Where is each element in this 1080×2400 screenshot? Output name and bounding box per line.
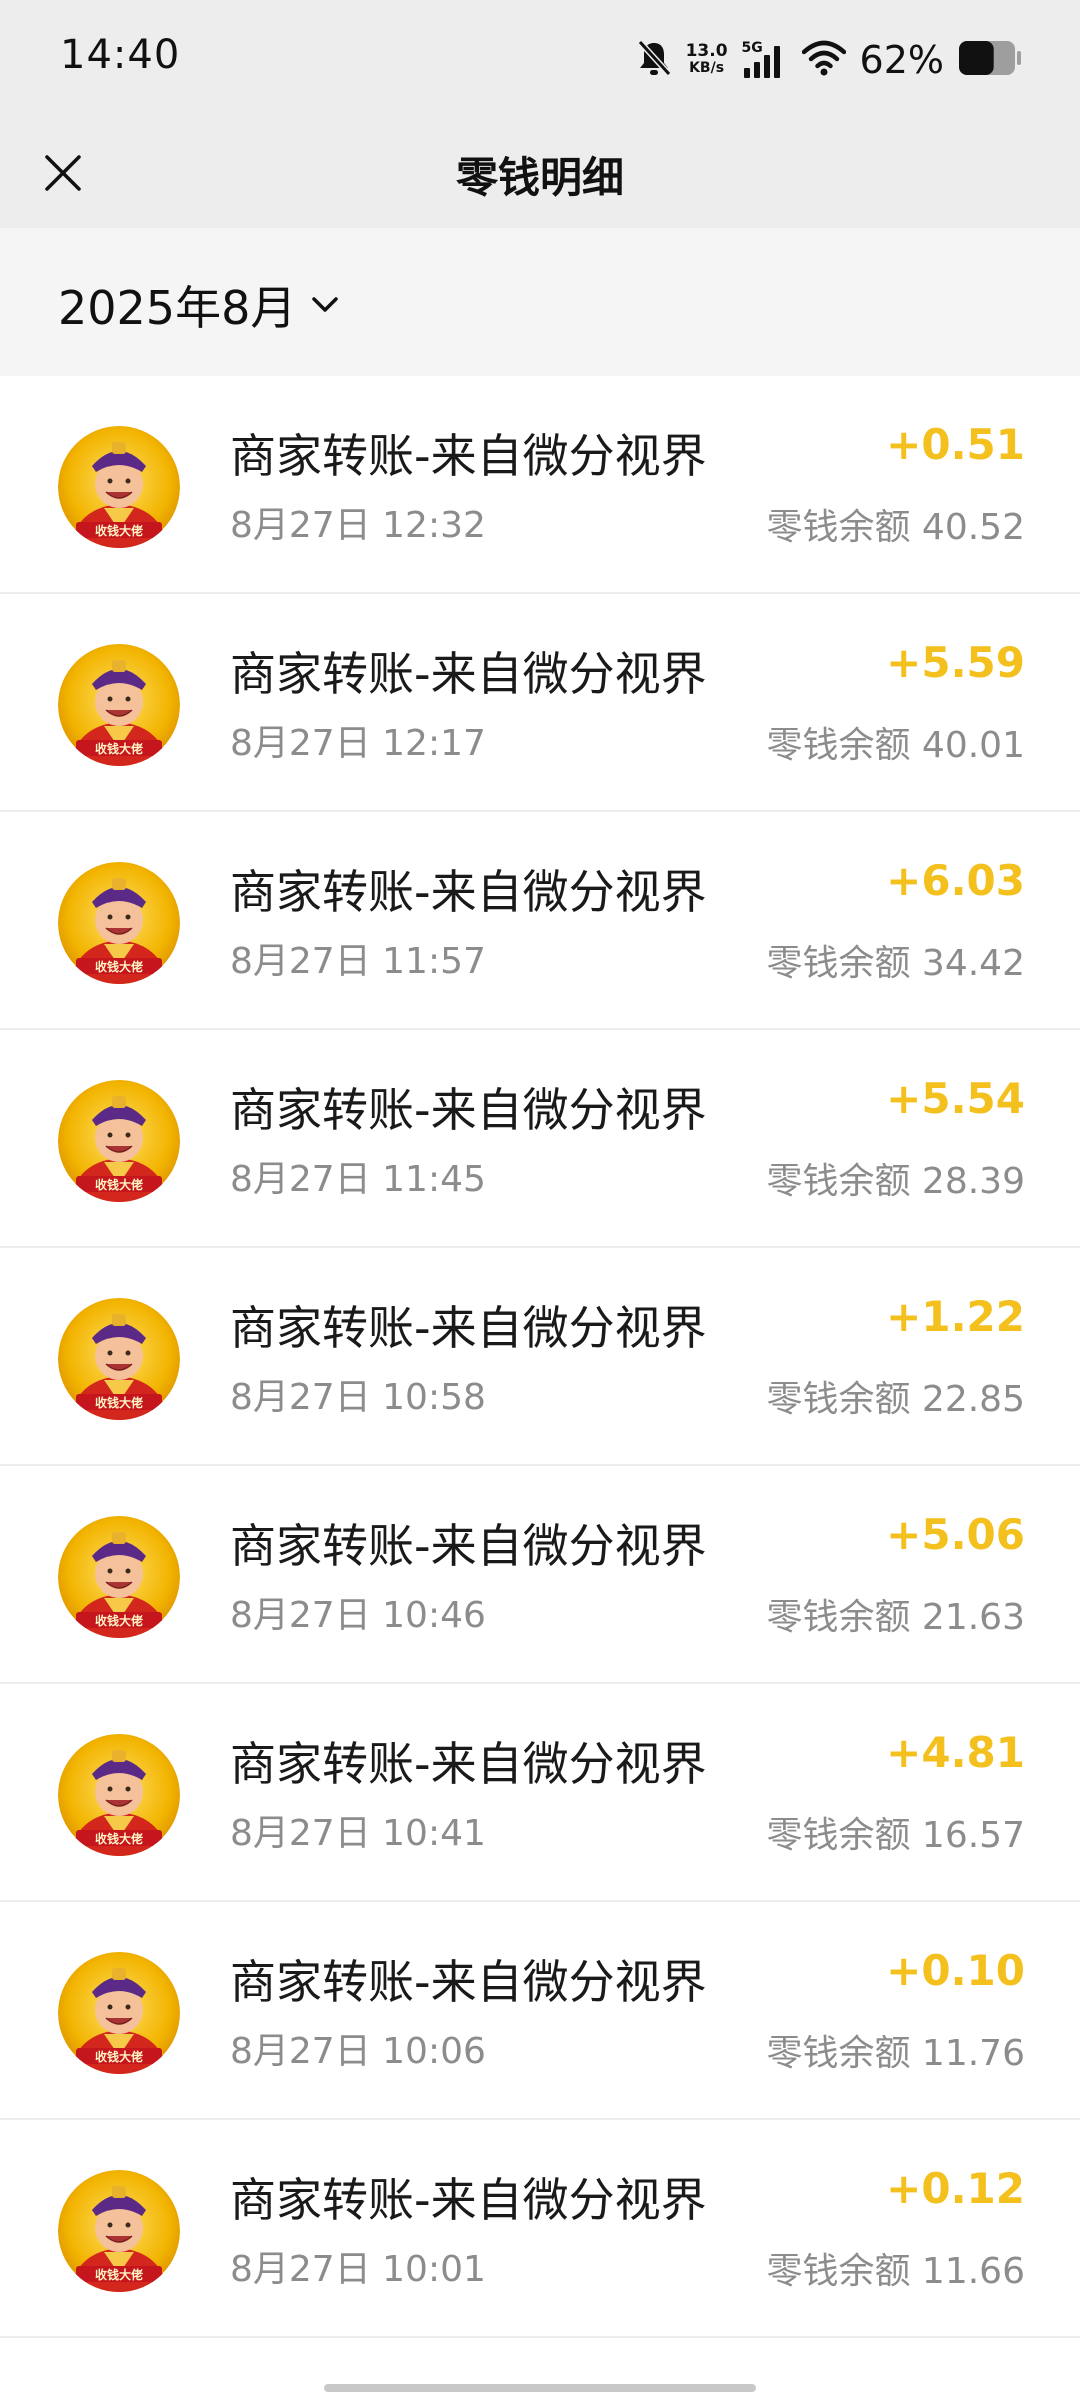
transaction-list: 收钱大佬 商家转账-来自微分视界 8月27日 12:32 +0.51 零钱余额 … <box>0 376 1080 2338</box>
balance-after: 零钱余额 40.52 <box>766 507 1025 548</box>
transaction-title: 商家转账-来自微分视界 <box>230 1955 707 2009</box>
transaction-time: 8月27日 10:41 <box>230 1813 486 1854</box>
balance-after: 零钱余额 22.85 <box>766 1379 1025 1420</box>
svg-text:收钱大佬: 收钱大佬 <box>95 2267 143 2282</box>
transaction-time: 8月27日 10:06 <box>230 2031 486 2072</box>
transaction-row[interactable]: 收钱大佬 商家转账-来自微分视界 8月27日 11:45 +5.54 零钱余额 … <box>0 1030 1080 1248</box>
transaction-title: 商家转账-来自微分视界 <box>230 1519 707 1573</box>
balance-after: 零钱余额 16.57 <box>766 1815 1025 1856</box>
transaction-amount: +5.54 <box>886 1074 1025 1123</box>
month-filter-bar: 2025年8月 <box>0 228 1080 376</box>
balance-after: 零钱余额 34.42 <box>766 943 1025 984</box>
transaction-time: 8月27日 12:32 <box>230 505 486 546</box>
balance-after: 零钱余额 11.66 <box>766 2251 1025 2292</box>
transaction-row[interactable]: 收钱大佬 商家转账-来自微分视界 8月27日 10:06 +0.10 零钱余额 … <box>0 1902 1080 2120</box>
transaction-row[interactable]: 收钱大佬 商家转账-来自微分视界 8月27日 12:17 +5.59 零钱余额 … <box>0 594 1080 812</box>
status-icons: 13.0 KB/s 5G 62% <box>636 34 1022 86</box>
month-selector[interactable]: 2025年8月 <box>58 272 340 338</box>
merchant-avatar: 收钱大佬 <box>58 1516 180 1638</box>
wifi-icon <box>801 40 846 80</box>
net-speed-value: 13.0 <box>685 41 728 61</box>
transaction-title: 商家转账-来自微分视界 <box>230 865 707 919</box>
transaction-time: 8月27日 10:58 <box>230 1377 486 1418</box>
bell-muted-icon <box>636 39 672 81</box>
balance-after: 零钱余额 28.39 <box>766 1161 1025 1202</box>
net-speed-unit: KB/s <box>689 60 725 76</box>
merchant-avatar: 收钱大佬 <box>58 1734 180 1856</box>
svg-text:收钱大佬: 收钱大佬 <box>95 1831 143 1846</box>
merchant-avatar: 收钱大佬 <box>58 1298 180 1420</box>
transaction-title: 商家转账-来自微分视界 <box>230 1083 707 1137</box>
transaction-row[interactable]: 收钱大佬 商家转账-来自微分视界 8月27日 10:41 +4.81 零钱余额 … <box>0 1684 1080 1902</box>
svg-text:收钱大佬: 收钱大佬 <box>95 1613 143 1628</box>
transaction-row[interactable]: 收钱大佬 商家转账-来自微分视界 8月27日 12:32 +0.51 零钱余额 … <box>0 376 1080 594</box>
transaction-amount: +6.03 <box>886 856 1025 905</box>
svg-text:收钱大佬: 收钱大佬 <box>95 523 143 538</box>
transaction-time: 8月27日 12:17 <box>230 723 486 764</box>
merchant-avatar: 收钱大佬 <box>58 1952 180 2074</box>
transaction-amount: +1.22 <box>886 1292 1025 1341</box>
merchant-avatar: 收钱大佬 <box>58 644 180 766</box>
transaction-title: 商家转账-来自微分视界 <box>230 1301 707 1355</box>
navbar: 零钱明细 <box>0 118 1080 228</box>
transaction-amount: +0.12 <box>886 2164 1025 2213</box>
transaction-time: 8月27日 11:57 <box>230 941 486 982</box>
svg-text:收钱大佬: 收钱大佬 <box>95 2049 143 2064</box>
merchant-avatar: 收钱大佬 <box>58 2170 180 2292</box>
transaction-row[interactable]: 收钱大佬 商家转账-来自微分视界 8月27日 10:58 +1.22 零钱余额 … <box>0 1248 1080 1466</box>
transaction-amount: +4.81 <box>886 1728 1025 1777</box>
transaction-title: 商家转账-来自微分视界 <box>230 2173 707 2227</box>
svg-text:收钱大佬: 收钱大佬 <box>95 1395 143 1410</box>
transaction-title: 商家转账-来自微分视界 <box>230 429 707 483</box>
transaction-time: 8月27日 10:01 <box>230 2249 486 2290</box>
signal-icon: 5G <box>742 40 788 80</box>
balance-after: 零钱余额 40.01 <box>766 725 1025 766</box>
merchant-avatar: 收钱大佬 <box>58 862 180 984</box>
transaction-amount: +5.59 <box>886 638 1025 687</box>
transaction-title: 商家转账-来自微分视界 <box>230 647 707 701</box>
balance-after: 零钱余额 21.63 <box>766 1597 1025 1638</box>
net-speed: 13.0 KB/s <box>686 43 728 77</box>
svg-text:收钱大佬: 收钱大佬 <box>95 959 143 974</box>
transaction-amount: +0.10 <box>886 1946 1025 1995</box>
battery-icon <box>958 40 1022 80</box>
transaction-time: 8月27日 11:45 <box>230 1159 486 1200</box>
transaction-row[interactable]: 收钱大佬 商家转账-来自微分视界 8月27日 10:01 +0.12 零钱余额 … <box>0 2120 1080 2338</box>
transaction-amount: +5.06 <box>886 1510 1025 1559</box>
home-indicator[interactable] <box>324 2384 756 2392</box>
merchant-avatar: 收钱大佬 <box>58 1080 180 1202</box>
transaction-row[interactable]: 收钱大佬 商家转账-来自微分视界 8月27日 10:46 +5.06 零钱余额 … <box>0 1466 1080 1684</box>
transaction-row[interactable]: 收钱大佬 商家转账-来自微分视界 8月27日 11:57 +6.03 零钱余额 … <box>0 812 1080 1030</box>
svg-text:收钱大佬: 收钱大佬 <box>95 741 143 756</box>
status-time: 14:40 <box>60 32 181 78</box>
svg-text:收钱大佬: 收钱大佬 <box>95 1177 143 1192</box>
battery-percent: 62% <box>859 38 944 82</box>
chevron-down-icon <box>312 297 339 312</box>
page-title: 零钱明细 <box>455 153 624 202</box>
transaction-time: 8月27日 10:46 <box>230 1595 486 1636</box>
transaction-amount: +0.51 <box>886 420 1025 469</box>
merchant-avatar: 收钱大佬 <box>58 426 180 548</box>
month-label: 2025年8月 <box>58 281 297 335</box>
transaction-title: 商家转账-来自微分视界 <box>230 1737 707 1791</box>
balance-after: 零钱余额 11.76 <box>766 2033 1025 2074</box>
status-bar: 14:40 13.0 KB/s 5G 62% <box>0 0 1080 118</box>
